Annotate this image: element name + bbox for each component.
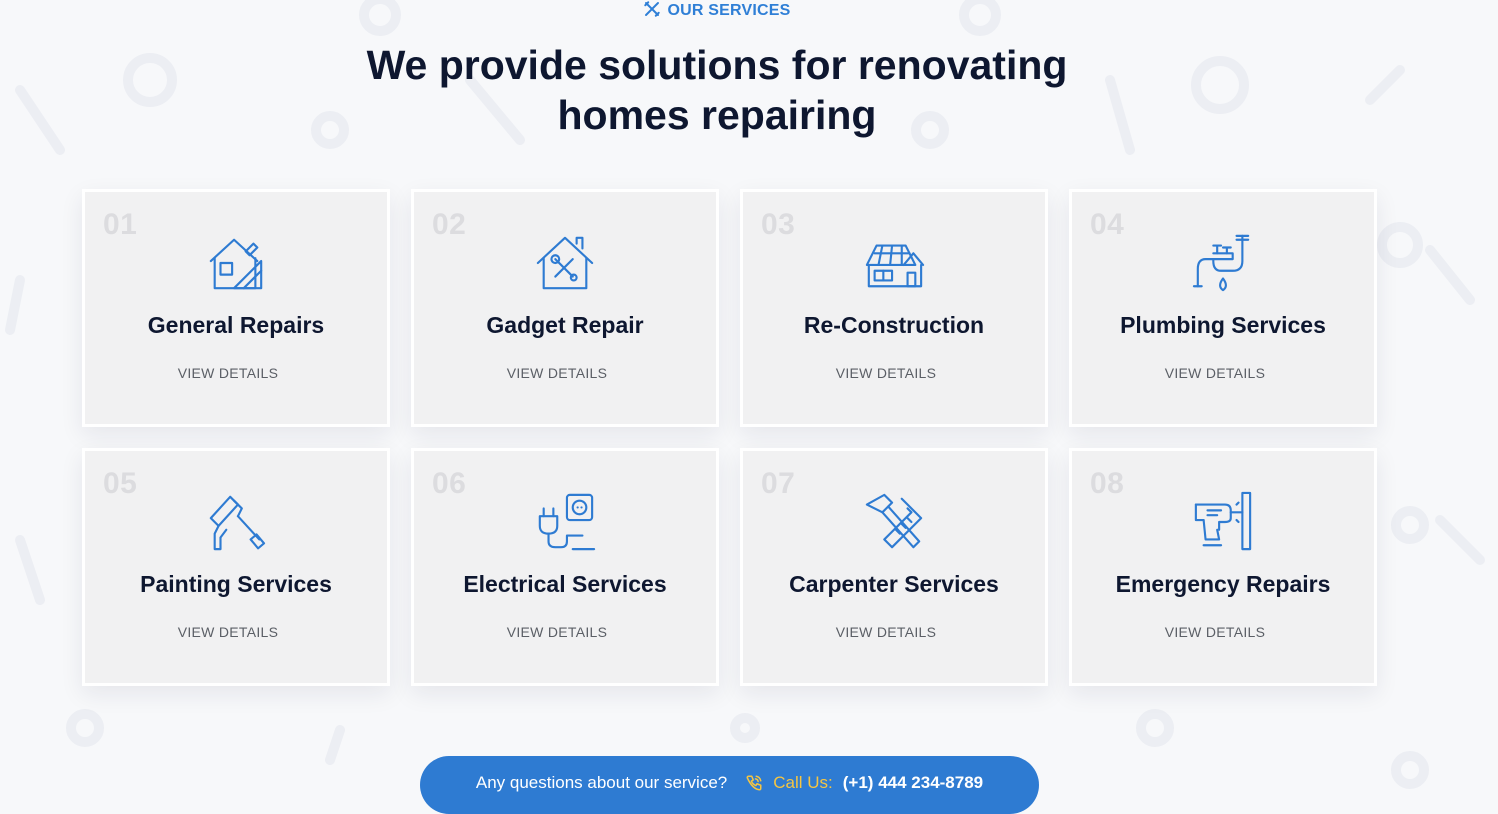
card-title: Re-Construction: [803, 312, 985, 338]
view-details-link[interactable]: VIEW DETAILS: [85, 624, 387, 640]
hammer-saw-icon: [863, 491, 925, 553]
phone-icon: [745, 773, 763, 792]
view-details-link[interactable]: VIEW DETAILS: [1072, 365, 1374, 381]
service-card-emergency-repairs[interactable]: 08 Emergency Repairs VIEW DETAILS: [1069, 448, 1377, 686]
service-card-electrical-services[interactable]: 06 Electrical Services VIEW DETAILS: [411, 448, 719, 686]
pipe-faucet-icon: [1192, 232, 1254, 294]
house-solar-icon: [863, 232, 925, 294]
view-details-link[interactable]: VIEW DETAILS: [743, 624, 1045, 640]
card-number: 05: [103, 467, 138, 500]
card-number: 06: [432, 467, 467, 500]
card-title: Painting Services: [140, 571, 332, 597]
card-number: 01: [103, 208, 138, 241]
headline-line-1: We provide solutions for renovating: [366, 42, 1068, 88]
cta-phone-number[interactable]: (+1) 444 234-8789: [843, 773, 983, 793]
house-wrench-icon: [534, 232, 596, 294]
card-number: 02: [432, 208, 467, 241]
service-card-painting-services[interactable]: 05 Painting Services VIEW DETAILS: [82, 448, 390, 686]
plug-socket-icon: [534, 491, 596, 553]
service-card-carpenter-services[interactable]: 07 Carpenter Services VIEW DETAILS: [740, 448, 1048, 686]
service-card-re-construction[interactable]: 03 Re-Construction VIEW DETAILS: [740, 189, 1048, 427]
drill-wall-icon: [1192, 491, 1254, 553]
card-title: General Repairs: [147, 312, 325, 338]
card-number: 07: [761, 467, 796, 500]
paint-roller-icon: [205, 491, 267, 553]
card-title: Gadget Repair: [486, 312, 644, 338]
services-grid: 01 General Repairs VIEW DETAILS 02 Gadge…: [82, 189, 1377, 686]
card-title: Carpenter Services: [789, 571, 999, 597]
tools-icon: [643, 0, 661, 23]
section-eyebrow: OUR SERVICES: [0, 0, 1434, 22]
card-number: 03: [761, 208, 796, 241]
section-headline: We provide solutions for renovating home…: [0, 40, 1434, 140]
card-title: Plumbing Services: [1120, 312, 1326, 338]
view-details-link[interactable]: VIEW DETAILS: [85, 365, 387, 381]
house-tools-icon: [205, 232, 267, 294]
contact-cta-bar[interactable]: Any questions about our service? Call Us…: [420, 756, 1039, 814]
card-title: Emergency Repairs: [1115, 571, 1331, 597]
service-card-general-repairs[interactable]: 01 General Repairs VIEW DETAILS: [82, 189, 390, 427]
headline-line-2: homes repairing: [557, 92, 877, 138]
service-card-plumbing-services[interactable]: 04 Plumbing Services VIEW DETAILS: [1069, 189, 1377, 427]
card-title: Electrical Services: [463, 571, 667, 597]
cta-question: Any questions about our service?: [475, 773, 728, 792]
view-details-link[interactable]: VIEW DETAILS: [414, 624, 716, 640]
view-details-link[interactable]: VIEW DETAILS: [743, 365, 1045, 381]
view-details-link[interactable]: VIEW DETAILS: [1072, 624, 1374, 640]
card-number: 04: [1090, 208, 1125, 241]
eyebrow-label: OUR SERVICES: [667, 2, 791, 19]
card-number: 08: [1090, 467, 1125, 500]
cta-call-label: Call Us:: [773, 773, 833, 792]
view-details-link[interactable]: VIEW DETAILS: [414, 365, 716, 381]
service-card-gadget-repair[interactable]: 02 Gadget Repair VIEW DETAILS: [411, 189, 719, 427]
